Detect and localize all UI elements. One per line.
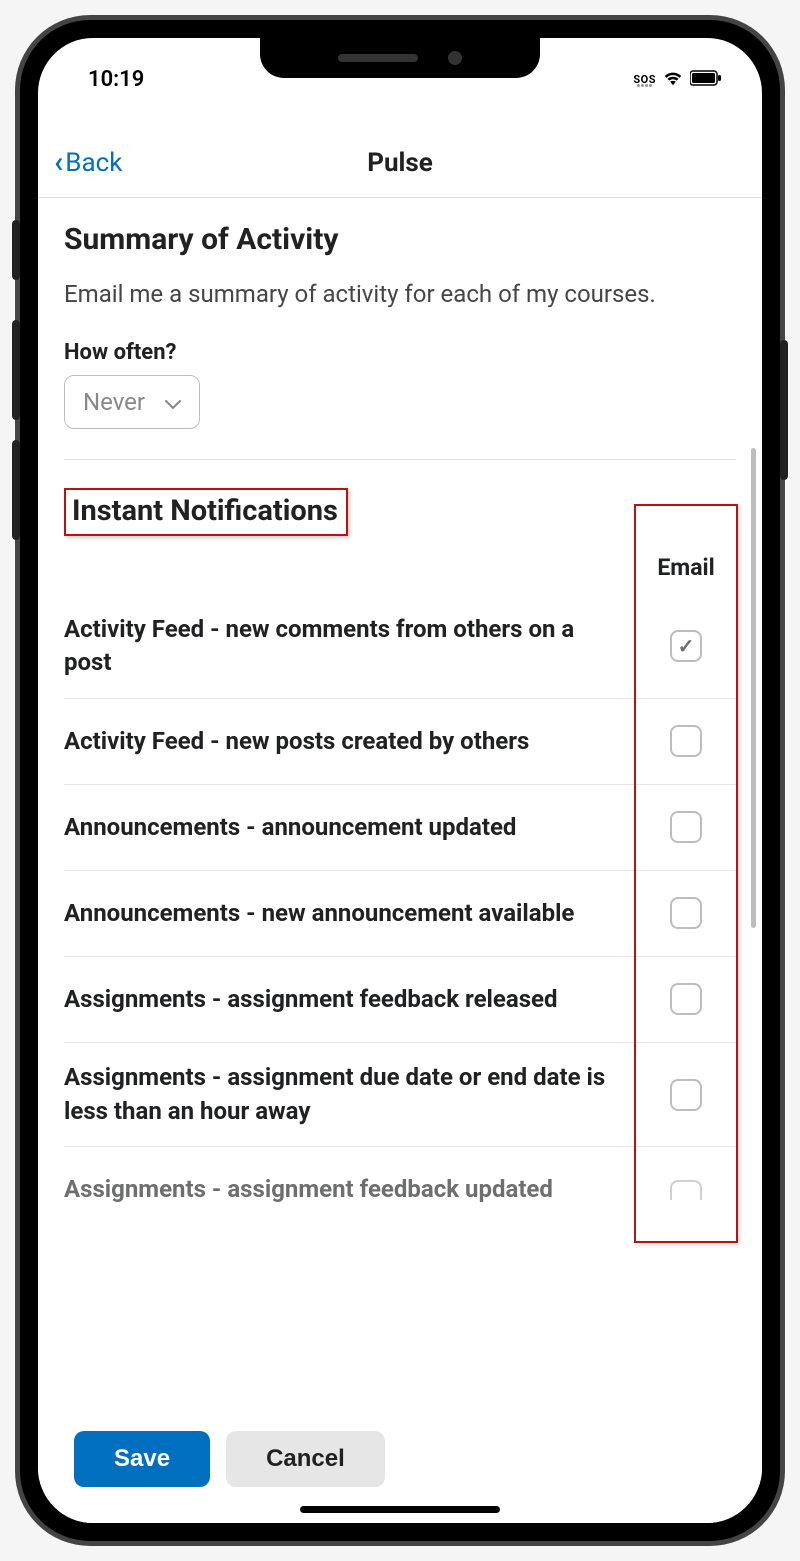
email-checkbox[interactable] <box>670 983 702 1015</box>
notification-label: Announcements - announcement updated <box>64 811 636 845</box>
notification-list: Email Activity Feed - new comments from … <box>64 554 736 1233</box>
camera <box>448 51 462 65</box>
notification-row: Activity Feed - new comments from others… <box>64 595 736 699</box>
frequency-value: Never <box>83 388 145 416</box>
checkmark-icon: ✓ <box>678 634 695 658</box>
scrollbar[interactable] <box>751 448 756 928</box>
cancel-button[interactable]: Cancel <box>226 1431 385 1487</box>
side-button <box>12 220 20 280</box>
side-button <box>12 440 20 540</box>
email-checkbox[interactable] <box>670 1180 702 1200</box>
notification-row: Assignments - assignment feedback releas… <box>64 957 736 1043</box>
email-column-header: Email <box>657 554 714 581</box>
page-title: Pulse <box>367 148 433 178</box>
save-button[interactable]: Save <box>74 1431 210 1487</box>
speaker <box>338 54 418 62</box>
highlight-instant-title: Instant Notifications <box>64 488 348 536</box>
wifi-icon <box>662 67 684 92</box>
notification-row: Announcements - new announcement availab… <box>64 871 736 957</box>
email-checkbox[interactable] <box>670 811 702 843</box>
notification-label: Announcements - new announcement availab… <box>64 897 636 931</box>
notification-label: Assignments - assignment feedback releas… <box>64 983 636 1017</box>
summary-title: Summary of Activity <box>64 222 736 257</box>
notification-label: Assignments - assignment due date or end… <box>64 1061 636 1128</box>
back-button[interactable]: ‹ Back <box>54 145 122 180</box>
notification-row: Assignments - assignment feedback update… <box>64 1147 736 1233</box>
summary-desc: Email me a summary of activity for each … <box>64 277 736 312</box>
notification-label: Activity Feed - new posts created by oth… <box>64 725 636 759</box>
content[interactable]: Summary of Activity Email me a summary o… <box>38 198 762 1439</box>
back-label: Back <box>65 148 122 178</box>
notch <box>260 38 540 78</box>
instant-title: Instant Notifications <box>72 494 338 528</box>
notification-row: Assignments - assignment due date or end… <box>64 1043 736 1147</box>
status-right: SOS <box>633 67 732 92</box>
notification-label: Activity Feed - new comments from others… <box>64 613 636 680</box>
phone-frame: 10:19 SOS ‹ Back P <box>20 20 780 1541</box>
chevron-down-icon <box>165 388 181 416</box>
side-button <box>12 320 20 420</box>
sos-indicator: SOS <box>633 73 656 87</box>
frequency-label: How often? <box>64 340 736 365</box>
nav-bar: ‹ Back Pulse <box>38 128 762 198</box>
home-indicator[interactable] <box>300 1506 500 1513</box>
notification-row: Announcements - announcement updated <box>64 785 736 871</box>
divider <box>64 459 736 460</box>
email-checkbox[interactable] <box>670 725 702 757</box>
email-checkbox[interactable] <box>670 897 702 929</box>
chevron-left-icon: ‹ <box>54 145 63 180</box>
notification-label: Assignments - assignment feedback update… <box>64 1173 636 1207</box>
frequency-select[interactable]: Never <box>64 375 200 429</box>
email-checkbox[interactable] <box>670 1079 702 1111</box>
battery-icon <box>690 67 722 92</box>
screen: 10:19 SOS ‹ Back P <box>38 38 762 1523</box>
notification-row: Activity Feed - new posts created by oth… <box>64 699 736 785</box>
email-checkbox[interactable]: ✓ <box>670 630 702 662</box>
status-time: 10:19 <box>68 67 144 92</box>
side-button <box>780 340 788 480</box>
